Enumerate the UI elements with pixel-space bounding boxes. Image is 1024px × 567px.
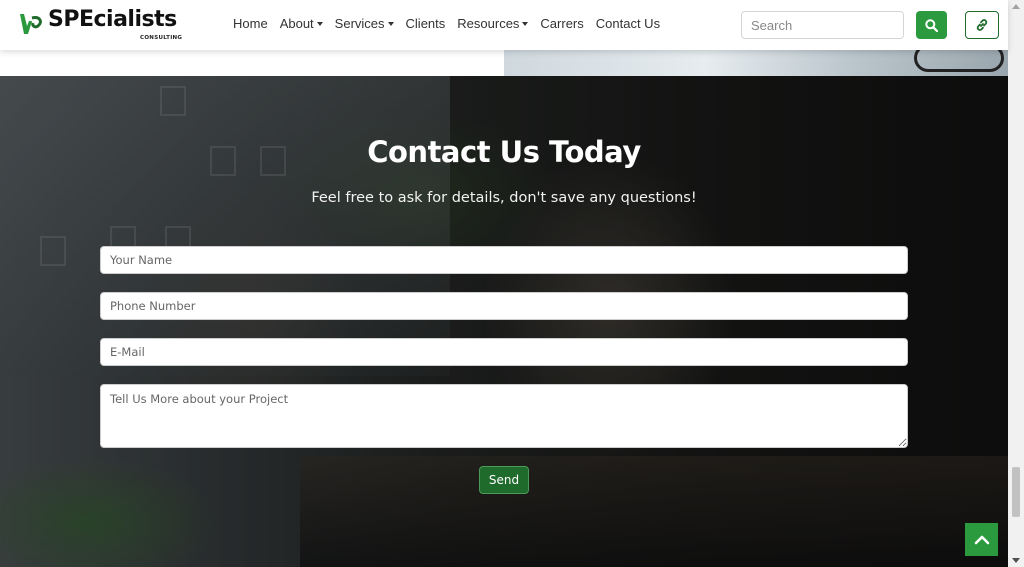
nav-item-label: Resources (457, 16, 520, 31)
contact-section: Contact Us Today Feel free to ask for de… (0, 76, 1008, 567)
nav-item-carrers[interactable]: Carrers (540, 16, 583, 31)
message-field[interactable] (100, 384, 908, 448)
nav-item-label: Contact Us (595, 16, 661, 31)
scroll-up-arrow-icon[interactable] (1012, 4, 1020, 9)
name-field[interactable] (100, 246, 908, 274)
nav-item-services[interactable]: Services (335, 16, 394, 31)
scrollbar-thumb[interactable] (1012, 467, 1020, 517)
search-input[interactable] (741, 11, 904, 39)
nav-item-label: Clients (405, 16, 446, 31)
search-button[interactable] (916, 11, 947, 39)
navbar: SPEcialists CONSULTING Home About Servic… (0, 0, 1008, 50)
nav-item-clients[interactable]: Clients (406, 16, 446, 31)
send-button[interactable]: Send (479, 466, 529, 494)
logo-tagline: CONSULTING (140, 35, 183, 41)
caret-down-icon (316, 21, 323, 26)
chevron-up-icon (974, 535, 989, 544)
caret-down-icon (522, 21, 529, 26)
nav-item-label: Carrers (540, 16, 584, 31)
back-to-top-button[interactable] (965, 523, 998, 556)
nav-item-contact-us[interactable]: Contact Us (596, 16, 660, 31)
contact-title: Contact Us Today (367, 135, 641, 169)
nav-item-about[interactable]: About (280, 16, 323, 31)
nav-item-label: Services (334, 16, 385, 31)
nav-item-label: About (279, 16, 314, 31)
search-icon (925, 18, 938, 32)
nav-links: Home About Services Clients Resources Ca… (233, 16, 672, 31)
phone-field[interactable] (100, 292, 908, 320)
logo-text: SPEcialists (48, 7, 177, 32)
link-button[interactable] (965, 11, 999, 39)
contact-subtitle: Feel free to ask for details, don't save… (311, 190, 697, 206)
nav-item-resources[interactable]: Resources (457, 16, 529, 31)
scroll-down-arrow-icon[interactable] (1012, 558, 1020, 563)
email-field[interactable] (100, 338, 908, 366)
nav-item-label: Home (233, 16, 268, 31)
link-icon (976, 19, 988, 31)
logo-mark-icon (20, 14, 42, 34)
scrollbar[interactable] (1008, 0, 1024, 567)
nav-item-home[interactable]: Home (233, 16, 268, 31)
caret-down-icon (387, 21, 394, 26)
